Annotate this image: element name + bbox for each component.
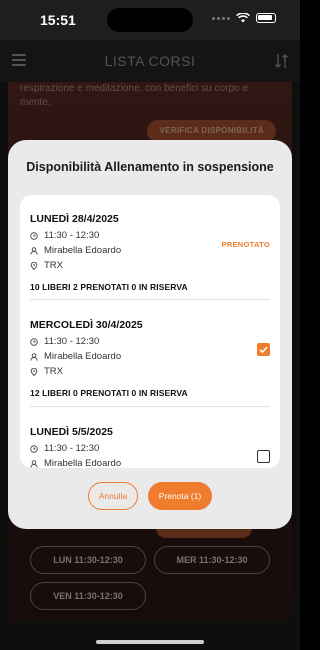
booked-badge: PRENOTATO [221, 240, 270, 249]
session-time: 11:30 - 12:30 [44, 443, 100, 454]
clock-icon [30, 444, 38, 453]
location-pin-icon [30, 367, 38, 376]
session-instructor: Mirabella Edoardo [44, 351, 122, 362]
session-instructor: Mirabella Edoardo [44, 245, 122, 256]
session-location: TRX [44, 260, 63, 271]
session-checkbox[interactable] [257, 450, 270, 463]
home-indicator [96, 640, 204, 644]
modal-title: Disponibilità Allenamento in sospensione [26, 160, 274, 174]
wifi-icon [236, 13, 250, 23]
clock-icon [30, 337, 38, 346]
session-checkbox[interactable] [257, 343, 270, 356]
status-time: 15:51 [40, 12, 76, 28]
location-pin-icon [30, 261, 38, 270]
app-screen: 15:51 LISTA CORSI respirazione e meditaz… [0, 0, 300, 650]
book-button[interactable]: Prenota (1) [148, 482, 212, 510]
session-date: LUNEDÌ 5/5/2025 [30, 426, 113, 438]
dynamic-island [107, 8, 193, 32]
cancel-button[interactable]: Annulla [88, 482, 138, 510]
checkmark-icon [259, 346, 268, 354]
status-icons [212, 13, 276, 23]
person-icon [30, 246, 38, 255]
session-date: MERCOLEDÌ 30/4/2025 [30, 319, 143, 331]
clock-icon [30, 231, 38, 240]
divider [30, 299, 270, 300]
session-time: 11:30 - 12:30 [44, 336, 100, 347]
session-stats: 10 LIBERI 2 PRENOTATI 0 IN RISERVA [30, 282, 188, 292]
status-bar: 15:51 [0, 0, 300, 40]
signal-icon [212, 16, 230, 20]
availability-modal: Disponibilità Allenamento in sospensione… [8, 140, 292, 529]
session-time: 11:30 - 12:30 [44, 230, 100, 241]
divider [30, 406, 270, 407]
session-item[interactable]: LUNEDÌ 28/4/2025 11:30 - 12:30 Mirabella… [30, 213, 270, 292]
session-date: LUNEDÌ 28/4/2025 [30, 213, 119, 225]
session-item[interactable]: LUNEDÌ 5/5/2025 11:30 - 12:30 Mirabella … [30, 426, 270, 468]
battery-icon [256, 13, 276, 23]
session-instructor: Mirabella Edoardo [44, 458, 122, 468]
person-icon [30, 352, 38, 361]
session-location: TRX [44, 366, 63, 377]
session-item[interactable]: MERCOLEDÌ 30/4/2025 11:30 - 12:30 Mirabe… [30, 319, 270, 398]
session-list[interactable]: LUNEDÌ 28/4/2025 11:30 - 12:30 Mirabella… [20, 195, 280, 468]
person-icon [30, 459, 38, 468]
session-stats: 12 LIBERI 0 PRENOTATI 0 IN RISERVA [30, 388, 188, 398]
